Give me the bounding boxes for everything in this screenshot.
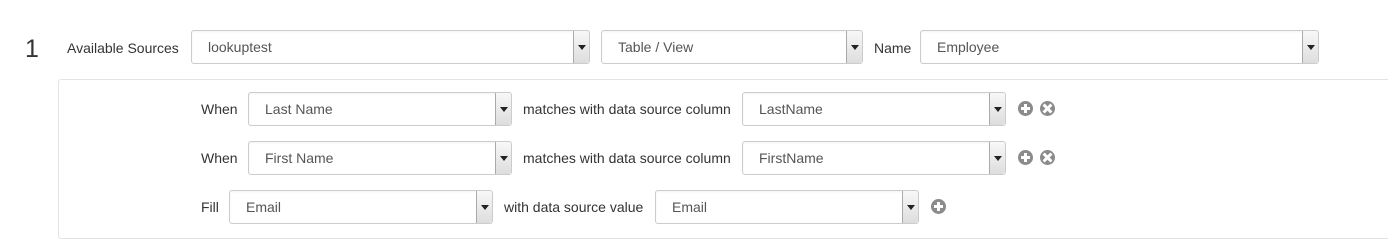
fill-value-select[interactable]: Email (655, 190, 919, 224)
chevron-down-icon[interactable] (495, 93, 511, 125)
close-circle-icon[interactable] (1040, 101, 1055, 116)
chevron-down-icon[interactable] (989, 142, 1005, 174)
plus-circle-icon[interactable] (931, 199, 946, 214)
condition-1-column-value: LastName (759, 101, 823, 117)
name-select-value: Employee (937, 39, 1000, 55)
name-select[interactable]: Employee (920, 30, 1319, 64)
plus-circle-icon[interactable] (1018, 101, 1033, 116)
available-sources-label: Available Sources (67, 40, 179, 56)
condition-1-connector: matches with data source column (523, 101, 731, 117)
condition-2-column-select[interactable]: FirstName (742, 141, 1006, 175)
condition-1-field-select[interactable]: Last Name (248, 92, 512, 126)
condition-1-column-select[interactable]: LastName (742, 92, 1006, 126)
plus-circle-icon[interactable] (1018, 150, 1033, 165)
chevron-down-icon[interactable] (573, 31, 589, 63)
condition-2-field-value: First Name (265, 150, 334, 166)
condition-2-column-value: FirstName (759, 150, 824, 166)
condition-2-field-select[interactable]: First Name (248, 141, 512, 175)
fill-field-value: Email (246, 199, 282, 215)
chevron-down-icon[interactable] (846, 31, 862, 63)
condition-1-keyword: When (201, 101, 238, 117)
fill-value-value: Email (672, 199, 708, 215)
condition-1-field-value: Last Name (265, 101, 333, 117)
fill-connector: with data source value (504, 199, 644, 215)
name-label: Name (874, 40, 912, 56)
fill-keyword: Fill (201, 199, 219, 215)
chevron-down-icon[interactable] (989, 93, 1005, 125)
source-select-value: lookuptest (208, 39, 272, 55)
row-number: 1 (25, 35, 39, 63)
chevron-down-icon[interactable] (1302, 31, 1318, 63)
condition-2-keyword: When (201, 150, 238, 166)
source-select[interactable]: lookuptest (191, 30, 590, 64)
chevron-down-icon[interactable] (902, 191, 918, 223)
type-select-value: Table / View (618, 39, 694, 55)
close-circle-icon[interactable] (1040, 150, 1055, 165)
condition-2-connector: matches with data source column (523, 150, 731, 166)
fill-field-select[interactable]: Email (229, 190, 493, 224)
type-select[interactable]: Table / View (601, 30, 863, 64)
lookup-config-page: { "row_number": "1", "header": { "availa… (0, 0, 1388, 251)
chevron-down-icon[interactable] (476, 191, 492, 223)
chevron-down-icon[interactable] (495, 142, 511, 174)
